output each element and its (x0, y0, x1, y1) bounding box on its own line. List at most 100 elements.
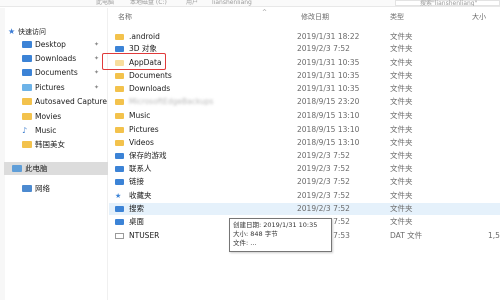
file-date: 2018/9/15 23:20 (297, 97, 360, 106)
file-row-android[interactable]: .android 2019/1/31 18:22 文件夹 (109, 31, 500, 43)
file-date: 2019/1/31 10:35 (297, 84, 360, 93)
desktop-folder-icon (115, 219, 124, 225)
sidebar-item-documents[interactable]: Documents ✦ (22, 66, 108, 79)
file-type: 文件夹 (390, 71, 413, 80)
file-type: 文件夹 (390, 58, 413, 67)
file-row-search[interactable]: 搜索 2019/2/3 7:52 文件夹 (109, 203, 500, 215)
file-name: MicrosoftEdgeBackups (129, 97, 214, 106)
file-icon (115, 233, 124, 239)
file-name: 联系人 (129, 164, 152, 173)
file-date: 2019/2/3 7:52 (297, 44, 350, 53)
file-date: 2019/2/3 7:52 (297, 191, 350, 200)
desktop-icon (22, 41, 32, 48)
file-list: 名称 修改日期 类型 大小 ^ .android 2019/1/31 18:22… (109, 8, 500, 300)
sidebar-item-this-pc[interactable]: 此电脑 (4, 162, 108, 175)
file-row-documents[interactable]: Documents 2019/1/31 10:35 文件夹 (109, 70, 500, 82)
network-icon (22, 185, 32, 192)
links-icon (115, 179, 124, 185)
tooltip-created: 创建日期: 2019/1/31 10:35 (233, 221, 318, 229)
file-date: 2018/9/15 13:10 (297, 125, 360, 134)
file-row-downloads[interactable]: Downloads 2019/1/31 10:35 文件夹 (109, 83, 500, 95)
sidebar-item-label: Movies (35, 112, 62, 121)
documents-icon (22, 69, 32, 76)
file-name: 链接 (129, 177, 144, 186)
quick-access[interactable]: ★ 快速访问 (8, 26, 46, 38)
file-name: 收藏夹 (129, 191, 152, 200)
folder-icon (115, 86, 124, 92)
column-header-name[interactable]: 名称 (118, 13, 132, 22)
file-type: 文件夹 (390, 151, 413, 160)
file-name: Documents (129, 71, 172, 80)
search-folder-icon (115, 206, 124, 212)
file-date: 2019/2/3 7:52 (297, 151, 350, 160)
annotation-highlight (102, 53, 166, 70)
file-row-videos[interactable]: Videos 2018/9/15 13:10 文件夹 (109, 137, 500, 149)
music-icon: ♪ (22, 126, 28, 135)
file-date: 2019/1/31 18:22 (297, 32, 360, 41)
file-row-3d-objects[interactable]: 3D 对象 2019/2/3 7:52 文件夹 (109, 43, 500, 55)
sidebar-item-label: 韩国美女 (35, 140, 65, 149)
file-type: 文件夹 (390, 164, 413, 173)
computer-icon (12, 165, 22, 172)
file-name: Videos (129, 138, 154, 147)
breadcrumb-local-disk[interactable]: 本地磁盘 (C:) (130, 0, 167, 6)
file-name: NTUSER (129, 231, 160, 240)
sidebar-item-label: Pictures (35, 83, 65, 92)
contacts-icon (115, 166, 124, 172)
pictures-icon (22, 84, 32, 91)
file-date: 2019/1/31 10:35 (297, 58, 360, 67)
file-name: .android (129, 32, 160, 41)
file-row-contacts[interactable]: 联系人 2019/2/3 7:52 文件夹 (109, 163, 500, 175)
sidebar-item-label: Autosaved Captures (35, 97, 107, 106)
file-row-links[interactable]: 链接 2019/2/3 7:52 文件夹 (109, 176, 500, 188)
sidebar-item-downloads[interactable]: Downloads ✦ (22, 52, 108, 65)
file-type: 文件夹 (390, 177, 413, 186)
file-date: 2019/2/3 7:52 (297, 204, 350, 213)
sidebar-item-network[interactable]: 网络 (22, 182, 108, 195)
sidebar-item-desktop[interactable]: Desktop ✦ (22, 38, 108, 51)
column-header-date[interactable]: 修改日期 (301, 13, 329, 22)
folder-icon (22, 98, 32, 105)
file-type: 文件夹 (390, 97, 413, 106)
file-type: 文件夹 (390, 111, 413, 120)
address-bar[interactable]: 此电脑 本地磁盘 (C:) 用户 lianshenliang 搜索"liansh… (0, 0, 500, 7)
folder-icon (115, 140, 124, 146)
sidebar-item-movies[interactable]: Movies (22, 110, 108, 123)
breadcrumb-user[interactable]: lianshenliang (212, 0, 252, 6)
sidebar-item-label: Desktop (35, 40, 66, 49)
file-row-music[interactable]: Music 2018/9/15 13:10 文件夹 (109, 110, 500, 122)
file-row-favorites[interactable]: ★ 收藏夹 2019/2/3 7:52 文件夹 (109, 190, 500, 202)
column-header-type[interactable]: 类型 (390, 13, 404, 22)
file-row-saved-games[interactable]: 保存的游戏 2019/2/3 7:52 文件夹 (109, 150, 500, 162)
file-type: 文件夹 (390, 125, 413, 134)
sidebar-item-label: Downloads (35, 54, 77, 63)
sidebar-item-autosaved-captures[interactable]: Autosaved Captures (22, 95, 108, 108)
pin-icon: ✦ (94, 41, 100, 48)
file-name: 保存的游戏 (129, 151, 167, 160)
breadcrumb-this-pc[interactable]: 此电脑 (96, 0, 114, 6)
3d-objects-icon (115, 46, 124, 52)
tooltip-files: 文件: ... (233, 239, 257, 247)
breadcrumb-users[interactable]: 用户 (186, 0, 198, 6)
file-row-pictures[interactable]: Pictures 2018/9/15 13:10 文件夹 (109, 124, 500, 136)
sidebar-item-korean[interactable]: 韩国美女 (22, 138, 108, 151)
pin-icon: ✦ (94, 69, 100, 76)
search-input[interactable]: 搜索"lianshenliang" (395, 0, 500, 6)
sidebar-item-music[interactable]: ♪ Music (22, 124, 108, 137)
file-name: Music (129, 111, 151, 120)
search-placeholder: 搜索"lianshenliang" (420, 0, 478, 7)
file-type: 文件夹 (390, 32, 413, 41)
saved-games-icon (115, 153, 124, 159)
file-name: Downloads (129, 84, 171, 93)
tooltip-size: 大小: 848 字节 (233, 230, 278, 238)
file-row-appdata[interactable]: AppData 2019/1/31 10:35 文件夹 (109, 57, 500, 69)
sidebar-item-label: Music (35, 126, 57, 135)
sidebar-item-pictures[interactable]: Pictures ✦ (22, 81, 108, 94)
file-row-edge-backups[interactable]: MicrosoftEdgeBackups 2018/9/15 23:20 文件夹 (109, 96, 500, 108)
column-header-size[interactable]: 大小 (472, 13, 486, 22)
file-date: 2018/9/15 13:10 (297, 111, 360, 120)
sidebar-item-label: 此电脑 (25, 164, 48, 173)
folder-icon (115, 34, 124, 40)
folder-icon (115, 127, 124, 133)
pin-icon: ✦ (94, 55, 100, 62)
